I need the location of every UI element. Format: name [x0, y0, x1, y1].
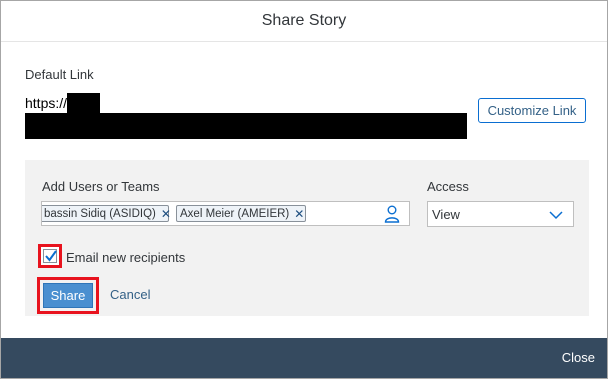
- remove-token-icon[interactable]: ✕: [161, 207, 171, 221]
- access-label: Access: [427, 179, 469, 194]
- redacted-link-block: [67, 93, 100, 115]
- share-button-highlight: Share: [37, 277, 99, 314]
- user-token: Axel Meier (AMEIER) ✕: [176, 205, 306, 222]
- add-users-label: Add Users or Teams: [42, 179, 160, 194]
- cancel-button[interactable]: Cancel: [110, 287, 150, 302]
- user-icon[interactable]: [384, 205, 400, 223]
- customize-link-button[interactable]: Customize Link: [478, 98, 586, 123]
- remove-token-icon[interactable]: ✕: [294, 207, 304, 221]
- checkmark-icon: [45, 250, 57, 262]
- user-token: bassin Sidiq (ASIDIQ) ✕: [42, 205, 171, 222]
- share-button[interactable]: Share: [43, 283, 93, 308]
- access-select-value: View: [432, 207, 460, 222]
- access-select[interactable]: View: [427, 201, 574, 227]
- share-panel: Add Users or Teams Access bassin Sidiq (…: [25, 160, 589, 316]
- default-link-label: Default Link: [25, 67, 94, 82]
- user-token-label: Axel Meier (AMEIER): [180, 207, 290, 220]
- user-token-label: bassin Sidiq (ASIDIQ): [44, 207, 156, 220]
- link-url-prefix: https://: [25, 95, 68, 111]
- email-checkbox-highlight: [38, 244, 62, 268]
- dialog-title: Share Story: [261, 12, 347, 29]
- dialog-footer: Close: [1, 338, 607, 378]
- redacted-link-block: [25, 113, 467, 139]
- email-recipients-label: Email new recipients: [66, 250, 186, 265]
- dialog-header: Share Story: [1, 1, 607, 42]
- close-button[interactable]: Close: [562, 350, 595, 365]
- chevron-down-icon: [549, 211, 563, 220]
- users-token-input[interactable]: bassin Sidiq (ASIDIQ) ✕ Axel Meier (AMEI…: [41, 201, 410, 226]
- share-story-dialog: Share Story Default Link https:// Custom…: [0, 0, 608, 379]
- email-checkbox[interactable]: [43, 249, 57, 263]
